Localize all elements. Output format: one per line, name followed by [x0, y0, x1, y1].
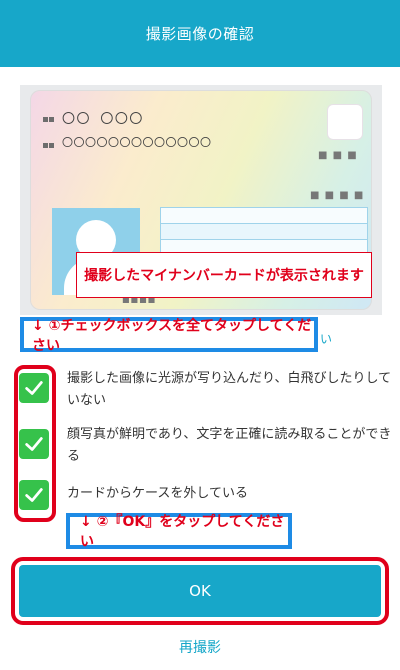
card-dots: ■ ■ ■ ■ — [310, 190, 365, 201]
checklist-item-label: 撮影した画像に光源が写り込んだり、白飛びしたりしていない — [67, 371, 392, 408]
card-name-line: 〇〇 〇〇〇 — [62, 112, 144, 127]
guide-check-all: ↓ ①チェックボックスを全てタップしてください — [20, 317, 318, 354]
card-bullet — [43, 143, 48, 148]
check-icon — [25, 437, 43, 451]
card-address-line: 〇〇〇〇〇〇〇〇〇〇〇〇〇 — [62, 136, 212, 149]
checkbox-photo-clear[interactable] — [19, 429, 49, 459]
page-title: 撮影画像の確認 — [145, 25, 255, 43]
card-bullet — [49, 117, 54, 122]
card-dots: ■ ■ ■ — [318, 150, 358, 161]
ok-button-highlight: OK — [11, 557, 389, 625]
retake-link[interactable]: 再撮影 — [0, 637, 400, 657]
checkbox-case-removed[interactable] — [19, 480, 49, 510]
checkbox-light-reflection[interactable] — [19, 373, 49, 403]
guide-tap-ok: ↓ ②『OK』をタップしてください — [66, 513, 292, 550]
check-icon — [25, 488, 43, 502]
checklist-item-label: カードからケースを外している — [67, 486, 248, 501]
card-bullet — [43, 117, 48, 122]
card-caption: 撮影したマイナンバーカードが表示されます — [76, 252, 372, 298]
card-chip — [327, 104, 363, 140]
ok-button[interactable]: OK — [19, 565, 381, 617]
partially-hidden-text: い — [320, 332, 333, 346]
check-icon — [25, 381, 43, 395]
captured-image-preview: 〇〇 〇〇〇 〇〇〇〇〇〇〇〇〇〇〇〇〇 ■ ■ ■ ■ ■ ■ ■ ■■■■ … — [20, 85, 382, 315]
card-bullet — [49, 143, 54, 148]
app-header: 撮影画像の確認 — [0, 0, 400, 67]
checklist-item-label: 顔写真が鮮明であり、文字を正確に読み取ることができる — [67, 427, 392, 464]
